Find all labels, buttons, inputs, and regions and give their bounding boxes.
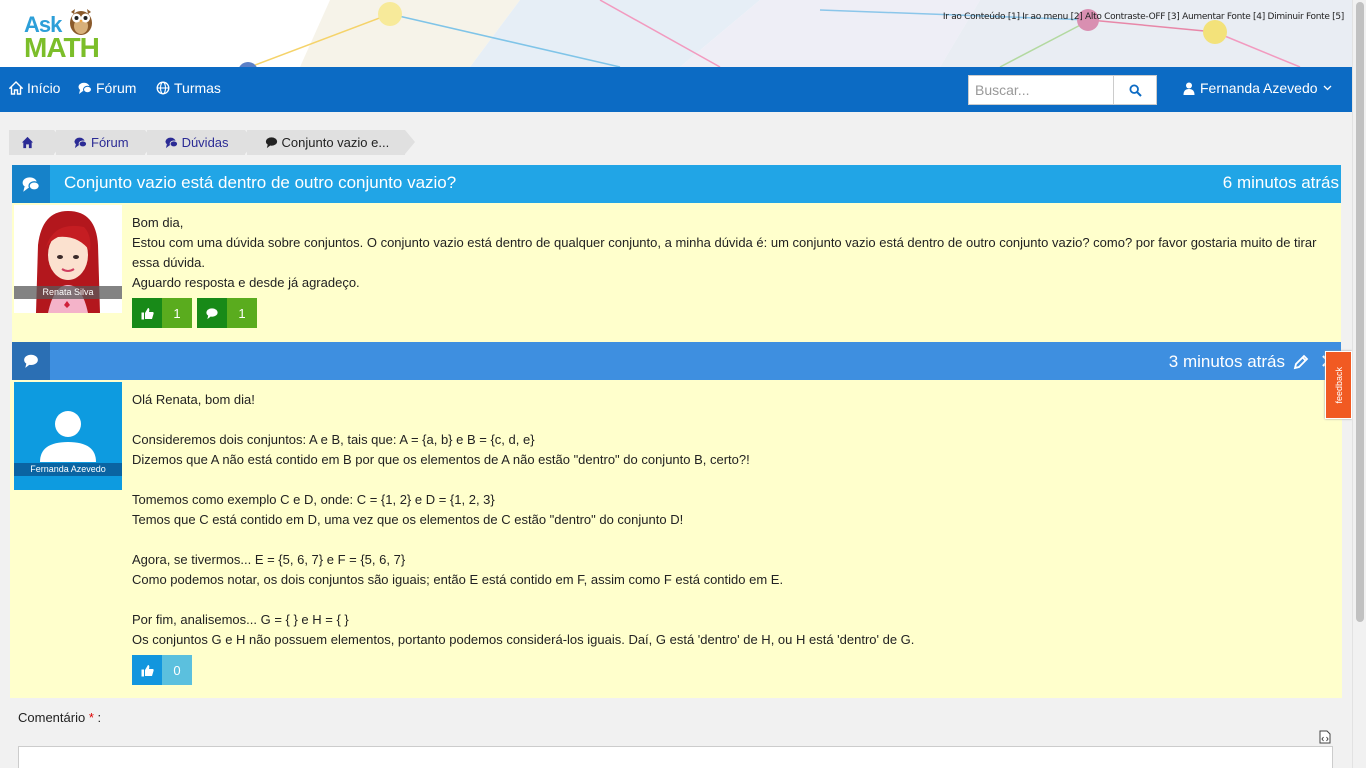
comments-icon [22,177,40,192]
question-body: Renata Silva Bom dia, Estou com uma dúvi… [12,203,1341,342]
askmath-logo[interactable]: Ask MATH [24,6,116,63]
answer-time: 3 minutos atrás [1168,352,1285,371]
answer-text: Olá Renata, bom dia! Consideremos dois c… [132,390,1332,650]
comments-icon-box[interactable] [197,298,227,328]
answer-line: Os conjuntos G e H não possuem elementos… [132,632,915,647]
comment-icon [24,354,38,368]
breadcrumb-forum-label: Fórum [91,135,129,150]
search-input[interactable] [968,75,1114,105]
answer-line: Temos que C está contido em D, uma vez q… [132,512,684,527]
scrollbar-thumb[interactable] [1356,2,1364,622]
increase-font-link[interactable]: Aumentar Fonte [4] [1182,12,1265,22]
question-title[interactable]: Conjunto vazio está dentro de outro conj… [64,173,456,193]
question-time: 6 minutos atrás [1222,173,1339,192]
skip-to-menu-link[interactable]: Ir ao menu [2] [1022,12,1083,22]
home-icon [9,81,23,95]
breadcrumb-current-label: Conjunto vazio e... [281,135,390,150]
answer-like-button[interactable]: 0 [132,655,192,685]
required-mark: * [88,710,94,725]
like-icon-box[interactable] [132,655,162,685]
feedback-label: feedback [1333,366,1344,404]
avatar[interactable]: Fernanda Azevedo [14,382,122,490]
comment-textarea[interactable] [18,746,1333,768]
question-header: Conjunto vazio está dentro de outro conj… [12,165,1341,203]
comment-icon [265,137,277,149]
accessibility-bar: Ir ao Conteúdo [1] Ir ao menu [2] Alto C… [943,12,1344,22]
nav-home[interactable]: Início [9,80,60,96]
thumbs-up-icon [141,664,154,676]
breadcrumb-home[interactable] [9,130,64,155]
search-button[interactable] [1113,75,1157,105]
source-code-icon[interactable] [1319,730,1331,744]
comments-icon [165,137,178,149]
decrease-font-link[interactable]: Diminuir Fonte [5] [1267,12,1344,22]
like-count: 1 [162,298,192,328]
like-icon-box[interactable] [132,298,162,328]
user-icon [1183,82,1195,95]
answer-icon-box [12,342,50,380]
answer-line: Consideremos dois conjuntos: A e B, tais… [132,432,535,447]
user-name: Fernanda Azevedo [1200,80,1318,96]
skip-to-content-link[interactable]: Ir ao Conteúdo [1] [943,12,1020,22]
answer-line: Tomemos como exemplo C e D, onde: C = {1… [132,492,495,507]
page-scrollbar[interactable] [1352,0,1366,768]
search-icon [1128,83,1142,97]
breadcrumb: Fórum Dúvidas Conjunto vazio e... [9,130,415,155]
answer-line: Agora, se tivermos... E = {5, 6, 7} e F … [132,552,406,567]
home-icon [21,136,34,149]
comment-count: 1 [227,298,257,328]
question-text: Bom dia, Estou com uma dúvida sobre conj… [132,213,1332,293]
breadcrumb-forum[interactable]: Fórum [56,130,155,155]
comments-icon [78,82,92,94]
question-comments-button[interactable]: 1 [197,298,257,328]
pencil-icon[interactable] [1293,354,1309,370]
feedback-tab[interactable]: feedback [1325,351,1352,419]
question-like-button[interactable]: 1 [132,298,192,328]
comments-icon [74,137,87,149]
question-line: Aguardo resposta e desde já agradeço. [132,275,360,290]
avatar-author-name: Fernanda Azevedo [14,463,122,476]
comment-label-colon: : [97,710,102,725]
comment-label: Comentário * : [18,710,101,725]
breadcrumb-doubts-label: Dúvidas [181,135,229,150]
answer-line: Por fim, analisemos... G = { } e H = { } [132,612,349,627]
nav-forum-label: Fórum [96,80,137,96]
breadcrumb-doubts[interactable]: Dúvidas [146,130,255,155]
answer-line: Dizemos que A não está contido em B por … [132,452,750,467]
answer-line: Olá Renata, bom dia! [132,392,255,407]
nav-classes-label: Turmas [174,80,221,96]
logo-math-text: MATH [24,32,100,63]
answer-line: Como podemos notar, os dois conjuntos sã… [132,572,784,587]
thumbs-up-icon [141,307,154,319]
nav-forum[interactable]: Fórum [78,80,136,96]
nav-home-label: Início [27,80,61,96]
answer-header: 3 minutos atrás [12,342,1341,380]
like-count: 0 [162,655,192,685]
nav-classes[interactable]: Turmas [156,80,221,96]
answer-body: Fernanda Azevedo Olá Renata, bom dia! Co… [10,380,1342,698]
comment-icon [206,307,218,319]
question-icon-box [12,165,50,203]
avatar-author-name: Renata Silva [14,286,122,299]
main-navbar: Início Fórum Turmas Fernanda Azevedo [0,67,1352,112]
site-header: Ask MATH Ir ao Conteúdo [1] Ir ao menu [… [0,0,1352,67]
question-line: Bom dia, [132,215,184,230]
comment-label-text: Comentário [18,710,86,725]
chevron-down-icon [1323,85,1331,91]
globe-icon [156,81,170,95]
user-menu[interactable]: Fernanda Azevedo [1183,80,1332,96]
question-line: Estou com uma dúvida sobre conjuntos. O … [132,235,1317,270]
breadcrumb-current: Conjunto vazio e... [246,130,415,155]
header-decoration [239,0,1352,67]
high-contrast-toggle[interactable]: Alto Contraste-OFF [3] [1085,12,1180,22]
avatar[interactable]: Renata Silva [14,205,122,313]
